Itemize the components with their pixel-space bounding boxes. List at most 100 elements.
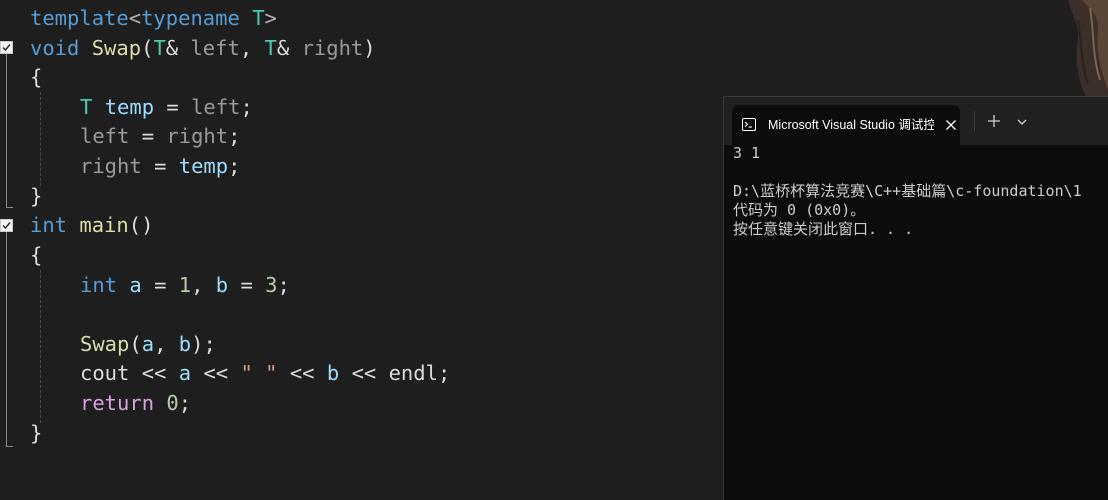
code-line-15[interactable]: } (30, 418, 42, 448)
string-literal: " " (240, 361, 278, 385)
terminal-tab-title: Microsoft Visual Studio 调试控 (768, 118, 934, 132)
number: 0 (166, 391, 179, 415)
indent-guide (40, 270, 41, 423)
identifier: cout (80, 361, 130, 385)
terminal-line: 按任意键关闭此窗口. . . (733, 220, 914, 238)
plus-icon[interactable] (987, 114, 1001, 128)
variable: temp (104, 95, 155, 119)
keyword: void (30, 36, 80, 60)
terminal-tab-bar: Microsoft Visual Studio 调试控 (724, 97, 1108, 145)
brace: { (30, 243, 43, 267)
code-line-9[interactable]: { (30, 240, 42, 270)
collapse-main-icon[interactable] (0, 219, 13, 232)
keyword: template (30, 6, 129, 30)
type-name: T (80, 95, 93, 119)
parameter: left (80, 124, 130, 148)
punct: ) (363, 36, 376, 60)
keyword: int (30, 213, 68, 237)
punct: , (154, 332, 167, 356)
function-name: Swap (80, 332, 130, 356)
punct: & (165, 36, 179, 60)
punct: ) (191, 332, 204, 356)
punct: ( (129, 332, 142, 356)
code-line-8[interactable]: int main() (30, 210, 153, 240)
identifier: endl (388, 361, 438, 385)
code-line-7[interactable]: } (30, 181, 42, 211)
parameter: left (191, 95, 241, 119)
punct: & (276, 36, 290, 60)
tab-separator (974, 111, 975, 131)
brace: } (30, 184, 43, 208)
variable: temp (178, 154, 229, 178)
operator: = (141, 124, 155, 148)
parameter: right (80, 154, 142, 178)
operator: << (351, 361, 377, 385)
punct: ; (203, 332, 216, 356)
code-line-5[interactable]: left = right; (80, 121, 240, 151)
terminal-line: 代码为 0 (0x0)。 (733, 201, 866, 219)
code-line-13[interactable]: cout << a << " " << b << endl; (80, 358, 450, 388)
fold-line (6, 54, 7, 207)
variable: b (178, 332, 192, 356)
operator: = (240, 273, 253, 297)
variable: b (326, 361, 340, 385)
operator: << (203, 361, 229, 385)
code-line-1[interactable]: template<typename T> (30, 3, 277, 33)
console-icon (742, 118, 756, 131)
variable: b (215, 273, 229, 297)
brace: { (30, 65, 43, 89)
operator: << (141, 361, 167, 385)
code-line-14[interactable]: return 0; (80, 388, 191, 418)
punct: ; (437, 361, 451, 385)
terminal-tab[interactable]: Microsoft Visual Studio 调试控 (732, 105, 960, 145)
keyword: return (80, 391, 155, 415)
brace: } (30, 421, 43, 445)
function-name: main (79, 213, 129, 237)
code-line-2[interactable]: void Swap(T& left, T& right) (30, 33, 376, 63)
variable: a (178, 361, 192, 385)
parameter: left (190, 36, 240, 60)
punct: > (264, 6, 277, 30)
punct: , (191, 273, 204, 297)
punct: ; (240, 95, 253, 119)
type-name: T (264, 36, 277, 60)
keyword: int (80, 273, 118, 297)
function-name: Swap (91, 36, 142, 60)
type-name: T (153, 36, 166, 60)
indent-guide (40, 92, 41, 186)
close-icon[interactable] (944, 118, 958, 132)
operator: = (154, 154, 167, 178)
background-art-image (1068, 0, 1108, 96)
parameter: right (166, 124, 229, 148)
type-name: T (252, 6, 265, 30)
parameter: right (301, 36, 364, 60)
keyword: typename (141, 6, 240, 30)
punct: ; (228, 154, 241, 178)
terminal-window[interactable]: Microsoft Visual Studio 调试控 3 1 D:\蓝桥杯算法… (723, 96, 1108, 500)
punct: ( (141, 36, 154, 60)
variable: a (141, 332, 155, 356)
collapse-swap-icon[interactable] (0, 41, 13, 54)
code-line-12[interactable]: Swap(a, b); (80, 329, 216, 359)
variable: a (129, 273, 142, 297)
terminal-line: D:\蓝桥杯算法竞赛\C++基础篇\c-foundation\1 (733, 182, 1082, 200)
fold-end (6, 207, 13, 208)
number: 3 (265, 273, 278, 297)
terminal-line: 3 1 (733, 144, 761, 162)
punct: ; (178, 391, 192, 415)
punct: ; (277, 273, 290, 297)
operator: = (166, 95, 179, 119)
code-line-6[interactable]: right = temp; (80, 151, 240, 181)
code-line-10[interactable]: int a = 1, b = 3; (80, 270, 290, 300)
punct: < (128, 6, 142, 30)
fold-line (6, 232, 7, 446)
punct: () (128, 213, 154, 237)
operator: << (289, 361, 315, 385)
code-line-3[interactable]: { (30, 62, 42, 92)
fold-end (6, 446, 13, 447)
punct: ; (228, 124, 241, 148)
number: 1 (178, 273, 192, 297)
operator: = (154, 273, 167, 297)
chevron-down-icon[interactable] (1016, 117, 1028, 127)
code-line-4[interactable]: T temp = left; (80, 92, 253, 122)
